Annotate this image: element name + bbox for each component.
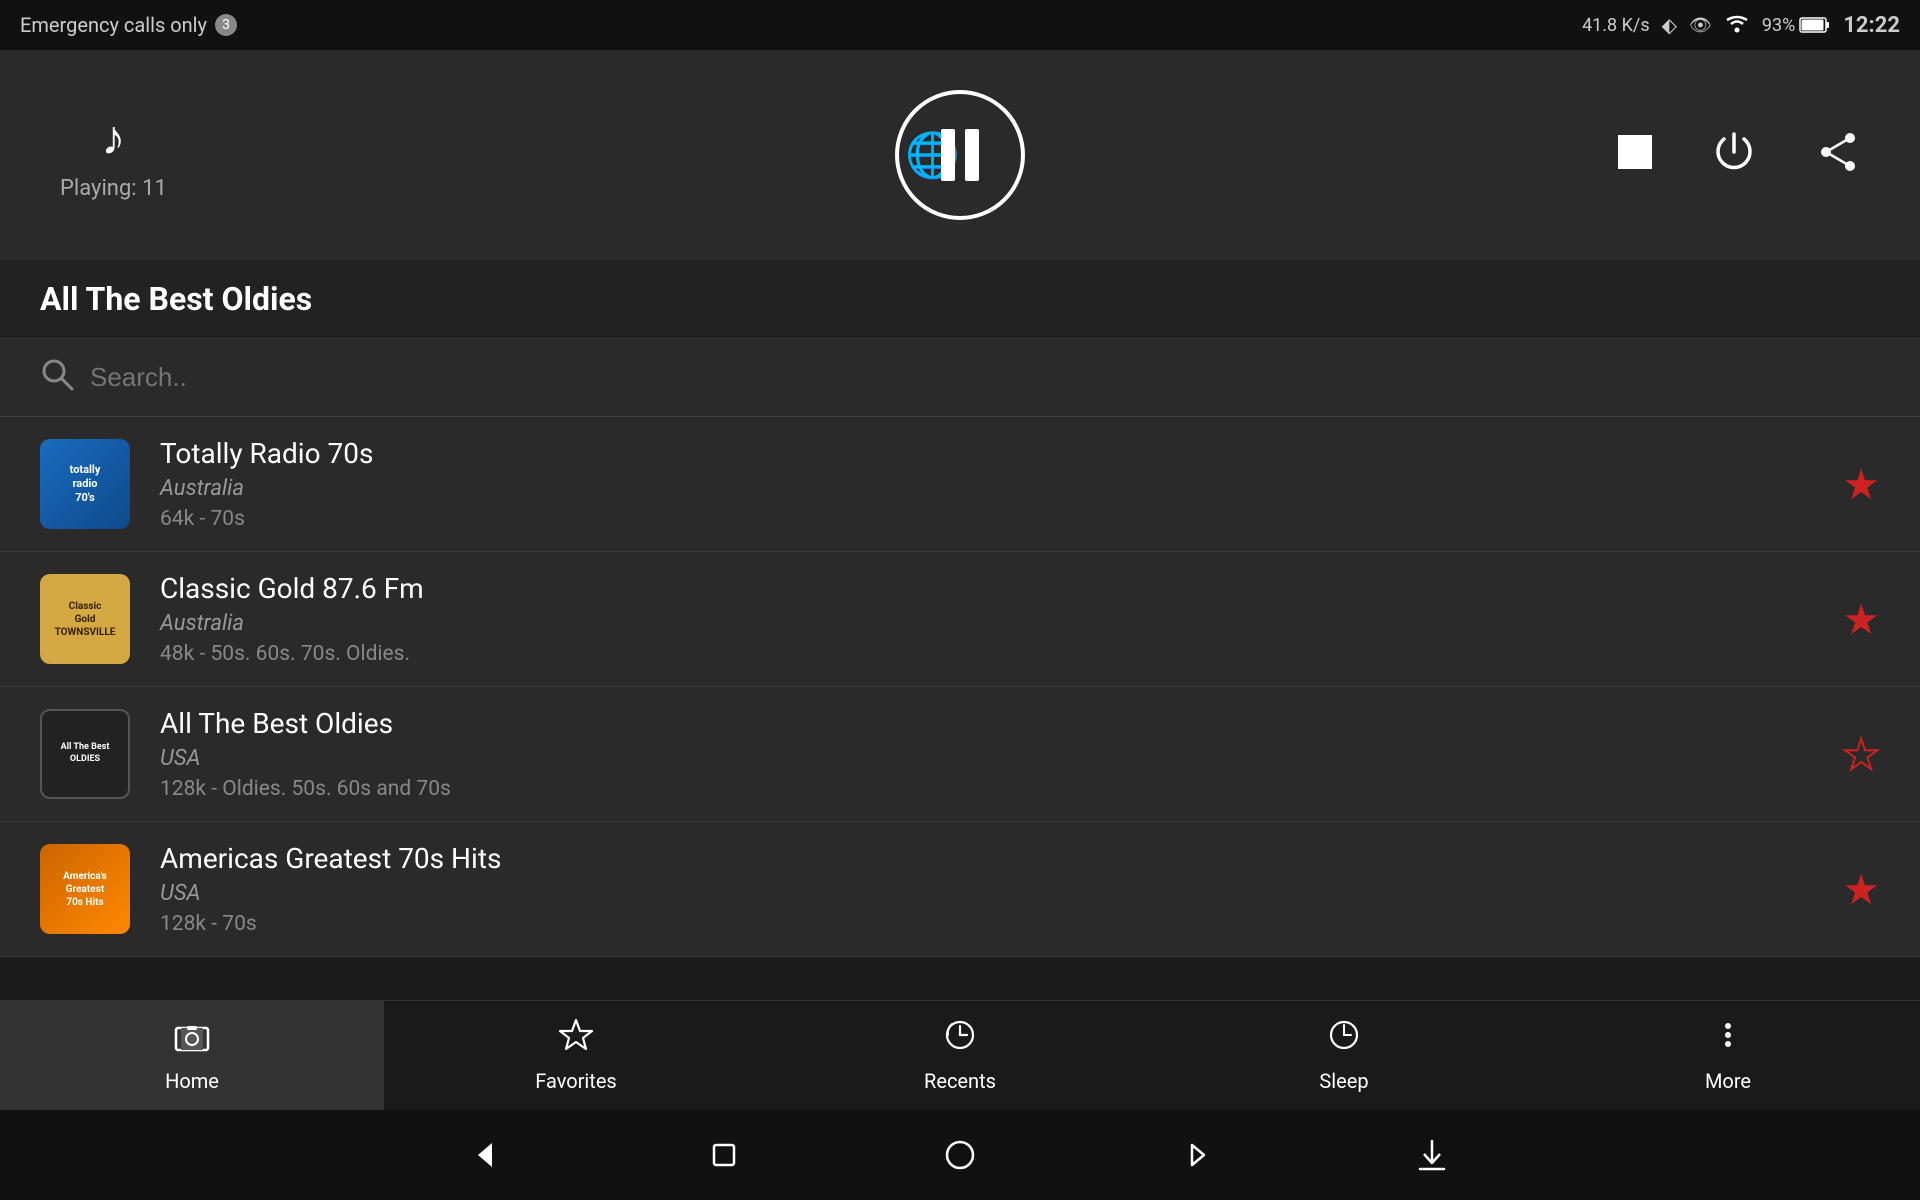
bottom-nav: Home Favorites Recents Sleep	[0, 1000, 1920, 1110]
sys-download-icon	[1414, 1137, 1450, 1173]
eye-icon: 👁	[1689, 15, 1712, 36]
favorite-button-2[interactable]: ★	[1842, 595, 1880, 644]
station-item-4[interactable]: America's Greatest 70s Hits Americas Grea…	[0, 822, 1920, 957]
nav-sleep[interactable]: Sleep	[1152, 1001, 1536, 1110]
favorites-icon	[558, 1018, 594, 1061]
sys-back-icon	[1178, 1137, 1214, 1173]
battery-icon: 93%	[1762, 15, 1831, 36]
music-icon: ♪	[101, 109, 125, 166]
battery-percent: 93%	[1762, 15, 1795, 36]
favorite-button-4[interactable]: ★	[1842, 865, 1880, 914]
station-name-4: Americas Greatest 70s Hits	[160, 842, 1812, 875]
status-left: Emergency calls only 3	[20, 13, 237, 37]
nav-more-label: More	[1705, 1069, 1751, 1093]
nav-recents-label: Recents	[924, 1069, 996, 1093]
station-bitrate-3: 128k - Oldies. 50s. 60s and 70s	[160, 777, 1812, 801]
back-icon	[470, 1137, 506, 1173]
station-country-1: Australia	[160, 476, 1812, 501]
station-item-1[interactable]: totally radio 70's Totally Radio 70s Austr…	[0, 417, 1920, 552]
favorite-button-3[interactable]: ★	[1842, 730, 1880, 779]
station-item-2[interactable]: Classic Gold TOWNSVILLE Classic Gold 87.6…	[0, 552, 1920, 687]
emergency-text: Emergency calls only	[20, 13, 207, 37]
search-input[interactable]	[90, 362, 1880, 393]
player-left: ♪ Playing: 11	[60, 109, 167, 201]
sys-nav-circle[interactable]	[942, 1137, 978, 1173]
nav-favorites-label: Favorites	[535, 1069, 617, 1093]
more-icon	[1710, 1018, 1746, 1061]
player-center	[895, 90, 1025, 220]
station-info-1: Totally Radio 70s Australia 64k - 70s	[160, 437, 1812, 531]
stop-icon	[1618, 135, 1652, 169]
station-country-4: USA	[160, 881, 1812, 906]
status-bar: Emergency calls only 3 41.8 K/s ⬖ 👁 93% …	[0, 0, 1920, 50]
station-logo-4: America's Greatest 70s Hits	[40, 844, 130, 934]
station-bitrate-2: 48k - 50s. 60s. 70s. Oldies.	[160, 642, 1812, 666]
station-name-1: Totally Radio 70s	[160, 437, 1812, 470]
nav-home-label: Home	[165, 1069, 219, 1093]
notification-badge: 3	[215, 14, 237, 36]
power-button[interactable]	[1712, 130, 1756, 181]
power-icon	[1712, 130, 1756, 174]
station-logo-3: All The Best OLDIES	[40, 709, 130, 799]
share-icon	[1816, 130, 1860, 174]
star-filled-icon: ★	[1842, 596, 1880, 643]
sys-nav-back[interactable]	[470, 1137, 506, 1173]
network-speed: 41.8 K/s	[1582, 15, 1650, 36]
star-filled-icon: ★	[1842, 866, 1880, 913]
station-name-2: Classic Gold 87.6 Fm	[160, 572, 1812, 605]
recents-icon	[942, 1018, 978, 1061]
station-info-2: Classic Gold 87.6 Fm Australia 48k - 50s. …	[160, 572, 1812, 666]
status-right: 41.8 K/s ⬖ 👁 93% 12:22	[1582, 13, 1900, 38]
clock: 12:22	[1843, 13, 1900, 38]
station-info-3: All The Best Oldies USA 128k - Oldies. 50s…	[160, 707, 1812, 801]
sys-nav-download[interactable]	[1414, 1137, 1450, 1173]
nav-favorites[interactable]: Favorites	[384, 1001, 768, 1110]
station-logo-1: totally radio 70's	[40, 439, 130, 529]
station-bitrate-4: 128k - 70s	[160, 912, 1812, 936]
station-info-4: Americas Greatest 70s Hits USA 128k - 70s	[160, 842, 1812, 936]
nav-home[interactable]: Home	[0, 1001, 384, 1110]
now-playing-title: All The Best Oldies	[0, 260, 1920, 339]
player-right	[1618, 130, 1860, 181]
station-bitrate-1: 64k - 70s	[160, 507, 1812, 531]
wifi-icon	[1724, 13, 1750, 38]
star-empty-icon: ★	[1842, 731, 1880, 778]
nav-recents[interactable]: Recents	[768, 1001, 1152, 1110]
sys-home-icon	[706, 1137, 742, 1173]
station-name-3: All The Best Oldies	[160, 707, 1812, 740]
search-bar	[0, 339, 1920, 417]
pause-icon	[941, 129, 979, 181]
station-country-3: USA	[160, 746, 1812, 771]
station-item-3[interactable]: All The Best OLDIES All The Best Oldies US…	[0, 687, 1920, 822]
station-country-2: Australia	[160, 611, 1812, 636]
sleep-icon	[1326, 1018, 1362, 1061]
favorite-button-1[interactable]: ★	[1842, 460, 1880, 509]
current-station-name: All The Best Oldies	[40, 280, 312, 318]
search-icon	[40, 357, 74, 398]
nav-sleep-label: Sleep	[1319, 1069, 1368, 1093]
sys-nav-triangle[interactable]	[1178, 1137, 1214, 1173]
station-list: totally radio 70's Totally Radio 70s Austr…	[0, 417, 1920, 957]
bluetooth-icon: ⬖	[1662, 13, 1677, 37]
pause-button[interactable]	[895, 90, 1025, 220]
system-nav	[0, 1110, 1920, 1200]
stop-button[interactable]	[1618, 135, 1652, 176]
nav-more[interactable]: More	[1536, 1001, 1920, 1110]
station-logo-2: Classic Gold TOWNSVILLE	[40, 574, 130, 664]
player-header: ♪ Playing: 11 🌐	[0, 50, 1920, 260]
sys-circle-icon	[942, 1137, 978, 1173]
sys-nav-home[interactable]	[706, 1137, 742, 1173]
playing-text: Playing: 11	[60, 176, 167, 201]
star-filled-icon: ★	[1842, 461, 1880, 508]
share-button[interactable]	[1816, 130, 1860, 181]
home-icon	[173, 1018, 211, 1061]
